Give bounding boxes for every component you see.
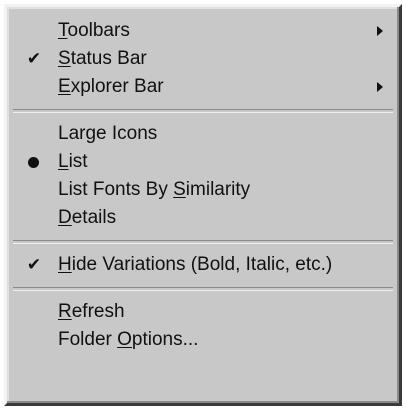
- menu-item-label: List: [58, 151, 88, 172]
- menu-item-explorer-bar[interactable]: Explorer Bar: [7, 73, 399, 101]
- menu-item-label: Details: [58, 207, 117, 228]
- menu-separator: [13, 287, 393, 291]
- menu-item-list[interactable]: List: [7, 148, 399, 176]
- menu-item-large-icons[interactable]: Large Icons: [7, 120, 399, 148]
- menu-item-label: Large Icons: [58, 123, 158, 144]
- menu-item-details[interactable]: Details: [7, 204, 399, 232]
- checkmark-icon: ✔: [26, 49, 42, 68]
- menu-item-label: List Fonts By Similarity: [58, 179, 251, 200]
- menu-separator: [13, 240, 393, 244]
- menu-item-label: Refresh: [58, 301, 125, 322]
- menu-item-label: Hide Variations (Bold, Italic, etc.): [58, 254, 333, 275]
- menu-separator: [13, 109, 393, 113]
- submenu-arrow-icon: [377, 26, 383, 36]
- menu-item-hide-variations[interactable]: ✔ Hide Variations (Bold, Italic, etc.): [7, 251, 399, 279]
- menu-item-label: Status Bar: [58, 48, 147, 69]
- menu-item-list-fonts-by-similarity[interactable]: List Fonts By Similarity: [7, 176, 399, 204]
- submenu-arrow-icon: [377, 82, 383, 92]
- menu-item-refresh[interactable]: Refresh: [7, 298, 399, 326]
- menu-item-toolbars[interactable]: Toolbars: [7, 17, 399, 45]
- view-context-menu: Toolbars ✔ Status Bar Explorer Bar Large…: [4, 4, 402, 406]
- menu-item-label: Explorer Bar: [58, 76, 164, 97]
- menu-item-label: Toolbars: [58, 20, 130, 41]
- checkmark-icon: ✔: [26, 255, 42, 274]
- menu-item-status-bar[interactable]: ✔ Status Bar: [7, 45, 399, 73]
- radio-bullet-icon: [28, 157, 39, 168]
- menu-item-folder-options[interactable]: Folder Options...: [7, 326, 399, 354]
- menu-item-label: Folder Options...: [58, 329, 199, 350]
